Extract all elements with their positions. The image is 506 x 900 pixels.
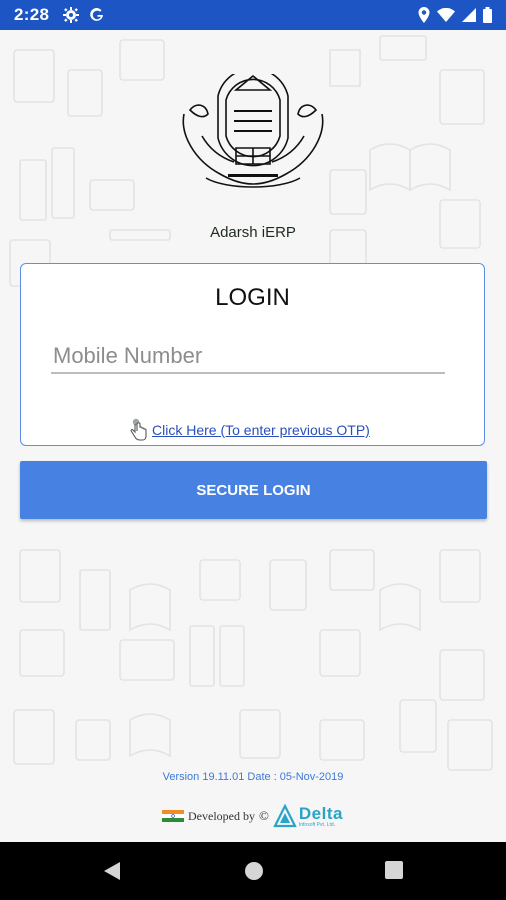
status-time: 2:28	[14, 5, 50, 24]
company-subtitle: Infosoft Pvt. Ltd.	[298, 821, 336, 828]
battery-icon	[483, 7, 492, 23]
developed-by-text: Developed by	[188, 808, 255, 823]
wifi-icon	[437, 8, 455, 22]
status-bar: 2:28	[0, 0, 506, 30]
login-title: LOGIN	[215, 284, 290, 311]
gear-icon	[63, 7, 80, 23]
app-name: Adarsh iERP	[210, 224, 296, 241]
navigation-bar	[0, 842, 506, 900]
previous-otp-link[interactable]: Click Here (To enter previous OTP)	[152, 422, 370, 438]
back-icon[interactable]	[102, 861, 122, 881]
mobile-number-input[interactable]	[51, 340, 445, 374]
company-name: Delta	[298, 803, 343, 823]
hand-pointer-icon	[130, 418, 147, 441]
india-flag-icon	[162, 810, 184, 822]
signal-icon	[462, 8, 476, 22]
home-icon[interactable]	[244, 861, 264, 881]
secure-login-button[interactable]: SECURE LOGIN	[20, 461, 487, 519]
version-text: Version 19.11.01 Date : 05-Nov-2019	[162, 771, 344, 783]
institution-logo	[182, 74, 324, 188]
location-icon	[418, 7, 430, 23]
delta-mark-icon	[273, 804, 297, 828]
google-g-icon	[89, 7, 105, 23]
delta-logo: Delta Infosoft Pvt. Ltd.	[273, 804, 343, 828]
copyright-symbol: ©	[258, 808, 269, 823]
login-card: LOGIN Click Here (To enter previous OTP)	[20, 263, 485, 446]
recents-icon[interactable]	[385, 861, 403, 879]
otp-link-row[interactable]: Click Here (To enter previous OTP)	[129, 418, 370, 442]
developer-credit: Developed by © Delta Infosoft Pvt. Ltd.	[162, 802, 343, 830]
